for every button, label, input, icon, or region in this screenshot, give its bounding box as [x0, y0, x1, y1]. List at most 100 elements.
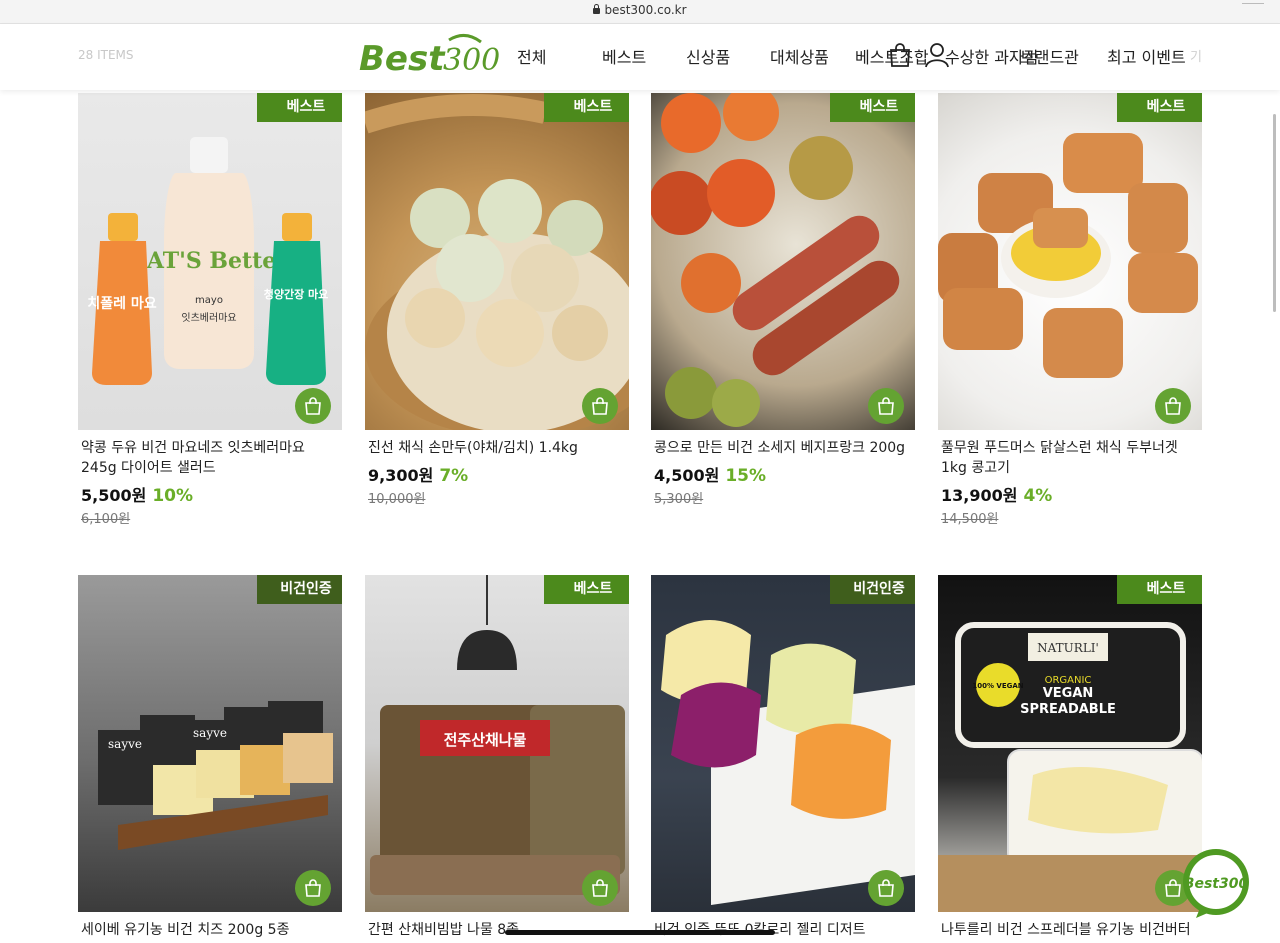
- chat-bubble-icon: Best300: [1183, 849, 1249, 918]
- svg-text:잇츠베러마요: 잇츠베러마요: [181, 312, 236, 324]
- price-row: 5,500원 10%: [78, 482, 342, 506]
- site-header: 28 ITEMS 기 Best 300 전체 베스트 신상품 대체상품 베스트조…: [0, 24, 1280, 90]
- browser-url-bar[interactable]: best300.co.kr: [0, 0, 1280, 24]
- add-to-cart-button[interactable]: [868, 388, 904, 424]
- nav-all[interactable]: 전체: [517, 44, 546, 68]
- badge-best: 베스트: [257, 93, 342, 122]
- sausage-plate-illustration: [651, 93, 900, 427]
- badge-best: 베스트: [1117, 93, 1202, 122]
- items-count: 28 ITEMS: [78, 48, 134, 62]
- shopping-bag-icon: [592, 397, 608, 415]
- home-indicator: [505, 930, 775, 935]
- price-row: 9,300원 7%: [365, 462, 629, 486]
- badge-best: 베스트: [544, 575, 629, 604]
- svg-text:전주산채나물: 전주산채나물: [444, 731, 527, 749]
- vegan-butter-illustration: NATURLI' 100% VEGAN ORGANIC VEGAN SPREAD…: [938, 622, 1202, 912]
- product-name[interactable]: 풀무원 푸드머스 닭살스런 채식 두부너겟 1kg 콩고기: [938, 438, 1202, 478]
- dumplings-illustration: [365, 94, 629, 430]
- original-price: 10,000원: [368, 492, 426, 507]
- nav-best[interactable]: 베스트: [602, 44, 646, 68]
- header-ghost-text: 기: [1190, 50, 1202, 65]
- product-image[interactable]: NATURLI' 100% VEGAN ORGANIC VEGAN SPREAD…: [938, 575, 1202, 912]
- url-text[interactable]: best300.co.kr: [0, 3, 1280, 17]
- svg-text:VEGAN: VEGAN: [1043, 686, 1094, 701]
- product-image[interactable]: 베스트: [365, 93, 629, 430]
- price-row: 4,500원 15%: [651, 462, 915, 486]
- svg-text:SPREADABLE: SPREADABLE: [1020, 702, 1116, 717]
- product-image[interactable]: 베스트: [651, 93, 915, 430]
- add-to-cart-button[interactable]: [1155, 388, 1191, 424]
- svg-text:300: 300: [443, 43, 499, 78]
- svg-text:치폴레 마요: 치폴레 마요: [87, 296, 156, 312]
- nav-new[interactable]: 신상품: [686, 44, 730, 68]
- product-card[interactable]: sayve sayve 비건인증 세이베 유기농 비건 치즈 200g 5종: [78, 575, 342, 940]
- product-card[interactable]: 전주산채나물 베스트 간편 산채비빔밥 나물 8종: [365, 575, 629, 940]
- sale-price: 4,500원: [654, 466, 720, 485]
- shopping-bag-icon: [878, 397, 894, 415]
- svg-text:sayve: sayve: [193, 726, 227, 740]
- jelly-illustration: [661, 620, 915, 905]
- lock-icon: [593, 4, 601, 14]
- bibimbap-illustration: 전주산채나물: [370, 575, 625, 895]
- product-card[interactable]: 베스트 콩으로 만든 비건 소세지 베지프랑크 200g 4,500원 15% 5…: [651, 93, 915, 507]
- svg-text:sayve: sayve: [108, 737, 142, 751]
- badge-best: 베스트: [544, 93, 629, 122]
- product-image[interactable]: 비건인증: [651, 575, 915, 912]
- sale-price: 9,300원: [368, 466, 434, 485]
- add-to-cart-button[interactable]: [582, 870, 618, 906]
- badge-best: 베스트: [1117, 575, 1202, 604]
- best300-logo[interactable]: Best 300: [357, 32, 499, 80]
- svg-text:mayo: mayo: [195, 295, 223, 306]
- product-image[interactable]: sayve sayve 비건인증: [78, 575, 342, 912]
- chat-button[interactable]: Best300: [1176, 848, 1254, 918]
- product-card[interactable]: NATURLI' 100% VEGAN ORGANIC VEGAN SPREAD…: [938, 575, 1202, 940]
- discount-rate: 4%: [1023, 486, 1053, 506]
- badge-vegan-certified: 비건인증: [830, 575, 915, 604]
- svg-text:Best: Best: [359, 39, 446, 79]
- product-image[interactable]: EAT'S Better mayo 잇츠베러마요 치폴레 마요 청양간장 마요 …: [78, 93, 342, 430]
- shopping-bag-icon: [305, 879, 321, 897]
- add-to-cart-button[interactable]: [582, 388, 618, 424]
- add-to-cart-button[interactable]: [295, 870, 331, 906]
- discount-rate: 7%: [439, 466, 469, 486]
- nav-alternative[interactable]: 대체상품: [770, 44, 829, 68]
- original-price: 14,500원: [941, 512, 999, 527]
- add-to-cart-button[interactable]: [868, 870, 904, 906]
- svg-text:Best300: Best300: [1184, 876, 1249, 892]
- page-scrollbar[interactable]: [1273, 114, 1276, 312]
- product-card[interactable]: 비건인증 비건 인증 뚜또 0칼로리 젤리 디저트: [651, 575, 915, 940]
- nav-top-event[interactable]: 최고 이벤트: [1107, 44, 1186, 68]
- mayo-bottles-illustration: EAT'S Better mayo 잇츠베러마요 치폴레 마요 청양간장 마요: [87, 137, 329, 385]
- svg-text:NATURLI': NATURLI': [1037, 641, 1099, 655]
- nuggets-illustration: [938, 133, 1198, 378]
- shopping-bag-icon: [1165, 397, 1181, 415]
- badge-vegan-certified: 비건인증: [257, 575, 342, 604]
- product-card[interactable]: 베스트 진선 채식 손만두(야채/김치) 1.4kg 9,300원 7% 10,0…: [365, 93, 629, 507]
- original-price: 5,300원: [654, 492, 704, 507]
- shopping-bag-icon: [305, 397, 321, 415]
- svg-text:ORGANIC: ORGANIC: [1045, 675, 1092, 686]
- product-name[interactable]: 콩으로 만든 비건 소세지 베지프랑크 200g: [651, 438, 915, 458]
- svg-text:100% VEGAN: 100% VEGAN: [972, 682, 1023, 690]
- product-name[interactable]: 나투를리 비건 스프레더블 유기농 비건버터: [938, 920, 1202, 940]
- product-card[interactable]: 베스트 풀무원 푸드머스 닭살스런 채식 두부너겟 1kg 콩고기 13,900…: [938, 93, 1202, 527]
- product-image[interactable]: 전주산채나물 베스트: [365, 575, 629, 912]
- price-row: 13,900원 4%: [938, 482, 1202, 506]
- svg-text:청양간장 마요: 청양간장 마요: [264, 287, 329, 301]
- shopping-bag-icon: [878, 879, 894, 897]
- sale-price: 5,500원: [81, 486, 147, 505]
- user-icon[interactable]: [925, 42, 949, 68]
- add-to-cart-button[interactable]: [295, 388, 331, 424]
- product-image[interactable]: 베스트: [938, 93, 1202, 430]
- original-price: 6,100원: [81, 512, 131, 527]
- nav-suspicious-bakery[interactable]: 수상한 과자점: [945, 44, 1038, 68]
- product-name[interactable]: 진선 채식 손만두(야채/김치) 1.4kg: [365, 438, 629, 458]
- shopping-bag-icon[interactable]: [888, 42, 912, 68]
- product-card[interactable]: EAT'S Better mayo 잇츠베러마요 치폴레 마요 청양간장 마요 …: [78, 93, 342, 527]
- product-name[interactable]: 약콩 두유 비건 마요네즈 잇츠베러마요 245g 다이어트 샐러드: [78, 438, 342, 478]
- discount-rate: 15%: [725, 466, 767, 486]
- product-name[interactable]: 세이베 유기농 비건 치즈 200g 5종: [78, 920, 342, 940]
- sale-price: 13,900원: [941, 486, 1018, 505]
- shopping-bag-icon: [592, 879, 608, 897]
- discount-rate: 10%: [152, 486, 194, 506]
